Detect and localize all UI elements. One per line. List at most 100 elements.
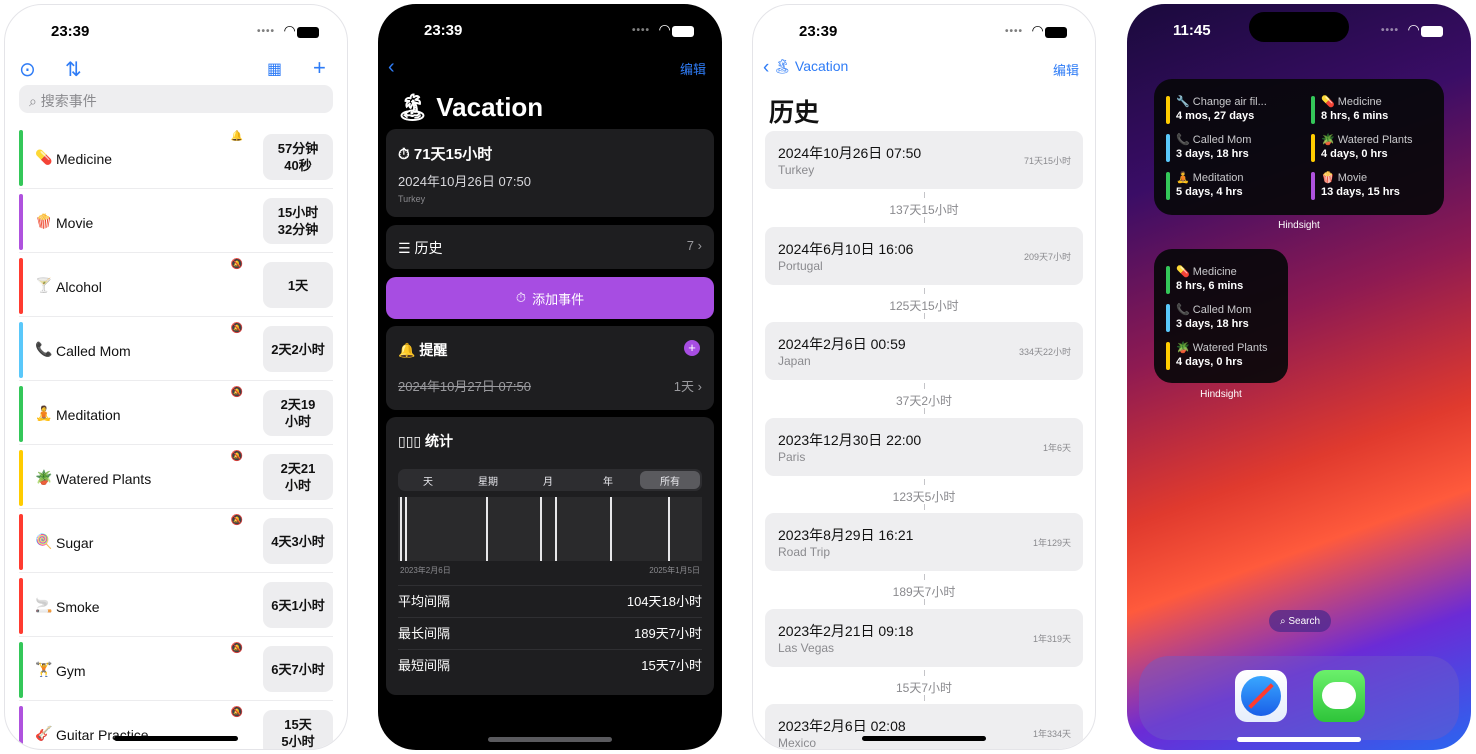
spotlight-search-button[interactable]: ⌕ Search bbox=[1269, 610, 1331, 632]
event-row[interactable]: 🍭 Sugar 🔕 4天3小时 bbox=[19, 509, 333, 573]
entry-duration: 334天22小时 bbox=[1018, 347, 1071, 357]
history-entry[interactable]: 2024年2月6日 00:59 Japan 334天22小时 bbox=[765, 322, 1083, 380]
chart-icon: ▯▯▯ bbox=[398, 433, 422, 449]
widget-color-bar bbox=[1311, 172, 1315, 200]
stat-value: 189天7小时 bbox=[634, 626, 702, 641]
event-name: Sugar bbox=[56, 535, 94, 551]
timeline-marker bbox=[400, 497, 402, 561]
widget-event: 🪴 Watered Plants 4 days, 0 hrs bbox=[1166, 341, 1288, 373]
messages-app-icon[interactable] bbox=[1313, 670, 1365, 722]
add-icon[interactable]: + bbox=[313, 55, 326, 81]
timeline-marker bbox=[610, 497, 612, 561]
event-row[interactable]: 🍸 Alcohol 🔕 1天 bbox=[19, 253, 333, 317]
add-event-button[interactable]: ⏱ 添加事件 bbox=[386, 277, 714, 319]
history-entry[interactable]: 2023年2月21日 09:18 Las Vegas 1年319天 bbox=[765, 608, 1083, 667]
entry-place: Japan bbox=[778, 354, 811, 368]
bell-muted-icon: 🔕 bbox=[230, 643, 243, 654]
widget-event: 🧘 Meditation 5 days, 4 hrs bbox=[1166, 171, 1303, 203]
grid-view-icon[interactable]: ▦ bbox=[267, 59, 282, 79]
event-row[interactable]: 🏋 Gym 🔕 6天7小时 bbox=[19, 637, 333, 701]
segment-2[interactable]: 月 bbox=[518, 469, 578, 491]
history-entry[interactable]: 2024年6月10日 16:06 Portugal 209天7小时 bbox=[765, 226, 1083, 285]
history-entry[interactable]: 2023年8月29日 16:21 Road Trip 1年129天 bbox=[765, 513, 1083, 571]
title-text: Vacation bbox=[436, 92, 544, 122]
add-reminder-button[interactable]: + bbox=[684, 340, 700, 356]
settings-icon[interactable]: ⊙ bbox=[19, 57, 36, 82]
back-button[interactable]: ‹ 🏝 Vacation bbox=[763, 57, 848, 79]
bell-muted-icon: 🔕 bbox=[230, 451, 243, 462]
timeline-marker bbox=[555, 497, 557, 561]
edit-button[interactable]: 编辑 bbox=[1053, 60, 1079, 79]
widget-event: 📞 Called Mom 3 days, 18 hrs bbox=[1166, 303, 1288, 335]
bell-muted-icon: 🔕 bbox=[230, 259, 243, 270]
entry-place: Paris bbox=[778, 449, 806, 464]
widget-event: 🪴 Watered Plants 4 days, 0 hrs bbox=[1311, 133, 1448, 165]
search-field[interactable]: ⌕ 搜索事件 bbox=[19, 85, 333, 113]
history-entry[interactable]: 2023年2月6日 02:08 Mexico 1年334天 bbox=[765, 704, 1083, 749]
entry-duration: 1年129天 bbox=[1032, 538, 1071, 548]
segment-3[interactable]: 年 bbox=[578, 469, 638, 491]
entry-duration: 1年334天 bbox=[1032, 729, 1071, 739]
hindsight-small-widget[interactable]: 💊 Medicine 8 hrs, 6 mins 📞 Called Mom 3 day… bbox=[1154, 249, 1288, 383]
interval-line bbox=[924, 503, 925, 510]
segment-4[interactable]: 所有 bbox=[640, 471, 700, 489]
sort-icon[interactable]: ⇅ bbox=[65, 57, 82, 82]
status-time: 23:39 bbox=[799, 23, 838, 40]
widget-color-bar bbox=[1166, 342, 1170, 370]
bell-muted-icon: 🔕 bbox=[230, 387, 243, 398]
event-row[interactable]: 🪴 Watered Plants 🔕 2天21 小时 bbox=[19, 445, 333, 509]
elapsed-text: 2天2小时 bbox=[271, 341, 325, 357]
entry-place: Road Trip bbox=[778, 545, 831, 559]
segment-0[interactable]: 天 bbox=[398, 469, 458, 491]
back-button[interactable]: ‹ bbox=[388, 56, 395, 79]
widget-event-emoji: 📞 bbox=[1176, 304, 1190, 316]
event-row[interactable]: 🧘 Meditation 🔕 2天19 小时 bbox=[19, 381, 333, 445]
event-name: Gym bbox=[56, 663, 86, 679]
reminder-date[interactable]: 2024年10月27日 07:50 bbox=[398, 376, 531, 395]
event-emoji: 🍭 bbox=[35, 533, 53, 549]
widget-event-value: 3 days, 18 hrs bbox=[1176, 148, 1249, 160]
entry-date: 2024年6月10日 16:06 bbox=[778, 240, 914, 257]
widget-event-name: 💊 Medicine bbox=[1321, 95, 1382, 108]
elapsed-text: 57分钟 40秒 bbox=[277, 141, 319, 173]
elapsed-badge: 1天 bbox=[263, 262, 333, 308]
segment-1[interactable]: 星期 bbox=[458, 469, 518, 491]
elapsed-text: 6天1小时 bbox=[271, 597, 325, 613]
elapsed-badge: 2天21 小时 bbox=[263, 454, 333, 500]
event-row[interactable]: 💊 Medicine 🔔 57分钟 40秒 bbox=[19, 125, 333, 189]
search-icon: ⌕ bbox=[29, 93, 37, 109]
widget-event-value: 4 days, 0 hrs bbox=[1176, 356, 1243, 368]
event-row[interactable]: 📞 Called Mom 🔕 2天2小时 bbox=[19, 317, 333, 381]
hindsight-large-widget[interactable]: 🔧 Change air fil... 4 mos, 27 days 💊 Medic… bbox=[1154, 79, 1444, 215]
widget-event-label: Meditation bbox=[1192, 172, 1244, 184]
status-bar: 23:39 •••• ◠ bbox=[753, 22, 1095, 43]
event-date: 2024年10月26日 07:50 bbox=[398, 174, 531, 189]
edit-button[interactable]: 编辑 bbox=[680, 59, 706, 78]
event-list-screen: 23:39 •••• ◠ ⊙ ⇅ ▦ + ⌕ 搜索事件 💊 Medicine 🔔 57… bbox=[4, 4, 348, 750]
entry-place: Portugal bbox=[778, 258, 823, 273]
event-row[interactable]: 🚬 Smoke 6天1小时 bbox=[19, 573, 333, 637]
event-name: Called Mom bbox=[56, 343, 131, 359]
widget-color-bar bbox=[1166, 134, 1170, 162]
event-color-bar bbox=[19, 258, 23, 314]
safari-app-icon[interactable] bbox=[1235, 670, 1287, 722]
event-place: Turkey bbox=[398, 194, 426, 204]
status-bar: 23:39 •••• ◠ bbox=[5, 22, 347, 43]
widget-event-name: 🔧 Change air fil... bbox=[1176, 95, 1267, 108]
wifi-icon: ◠ bbox=[1408, 21, 1419, 37]
elapsed-badge: 15天 5小时 bbox=[263, 710, 333, 749]
signal-icon: •••• bbox=[1380, 25, 1399, 36]
event-row[interactable]: 🍿 Movie 15小时 32分钟 bbox=[19, 189, 333, 253]
widget-event: 💊 Medicine 8 hrs, 6 mins bbox=[1311, 95, 1448, 127]
elapsed-badge: 4天3小时 bbox=[263, 518, 333, 564]
widget-event-value: 4 mos, 27 days bbox=[1176, 110, 1255, 122]
period-segmented-control: 天星期月年所有 bbox=[398, 469, 702, 491]
history-row[interactable]: ☰ 历史 7 › bbox=[386, 225, 714, 269]
history-entry[interactable]: 2024年10月26日 07:50 Turkey 71天15小时 bbox=[765, 131, 1083, 189]
widget-color-bar bbox=[1311, 134, 1315, 162]
history-entry[interactable]: 2023年12月30日 22:00 Paris 1年6天 bbox=[765, 417, 1083, 476]
event-detail-screen: 23:39 •••• ◠ ‹ 编辑 🏝 Vacation ⏱ 71天15小时 2… bbox=[378, 4, 722, 750]
entry-place: Las Vegas bbox=[778, 640, 835, 655]
event-row[interactable]: 🎸 Guitar Practice 🔕 15天 5小时 bbox=[19, 701, 333, 749]
title-emoji: 🏝 bbox=[396, 92, 430, 122]
